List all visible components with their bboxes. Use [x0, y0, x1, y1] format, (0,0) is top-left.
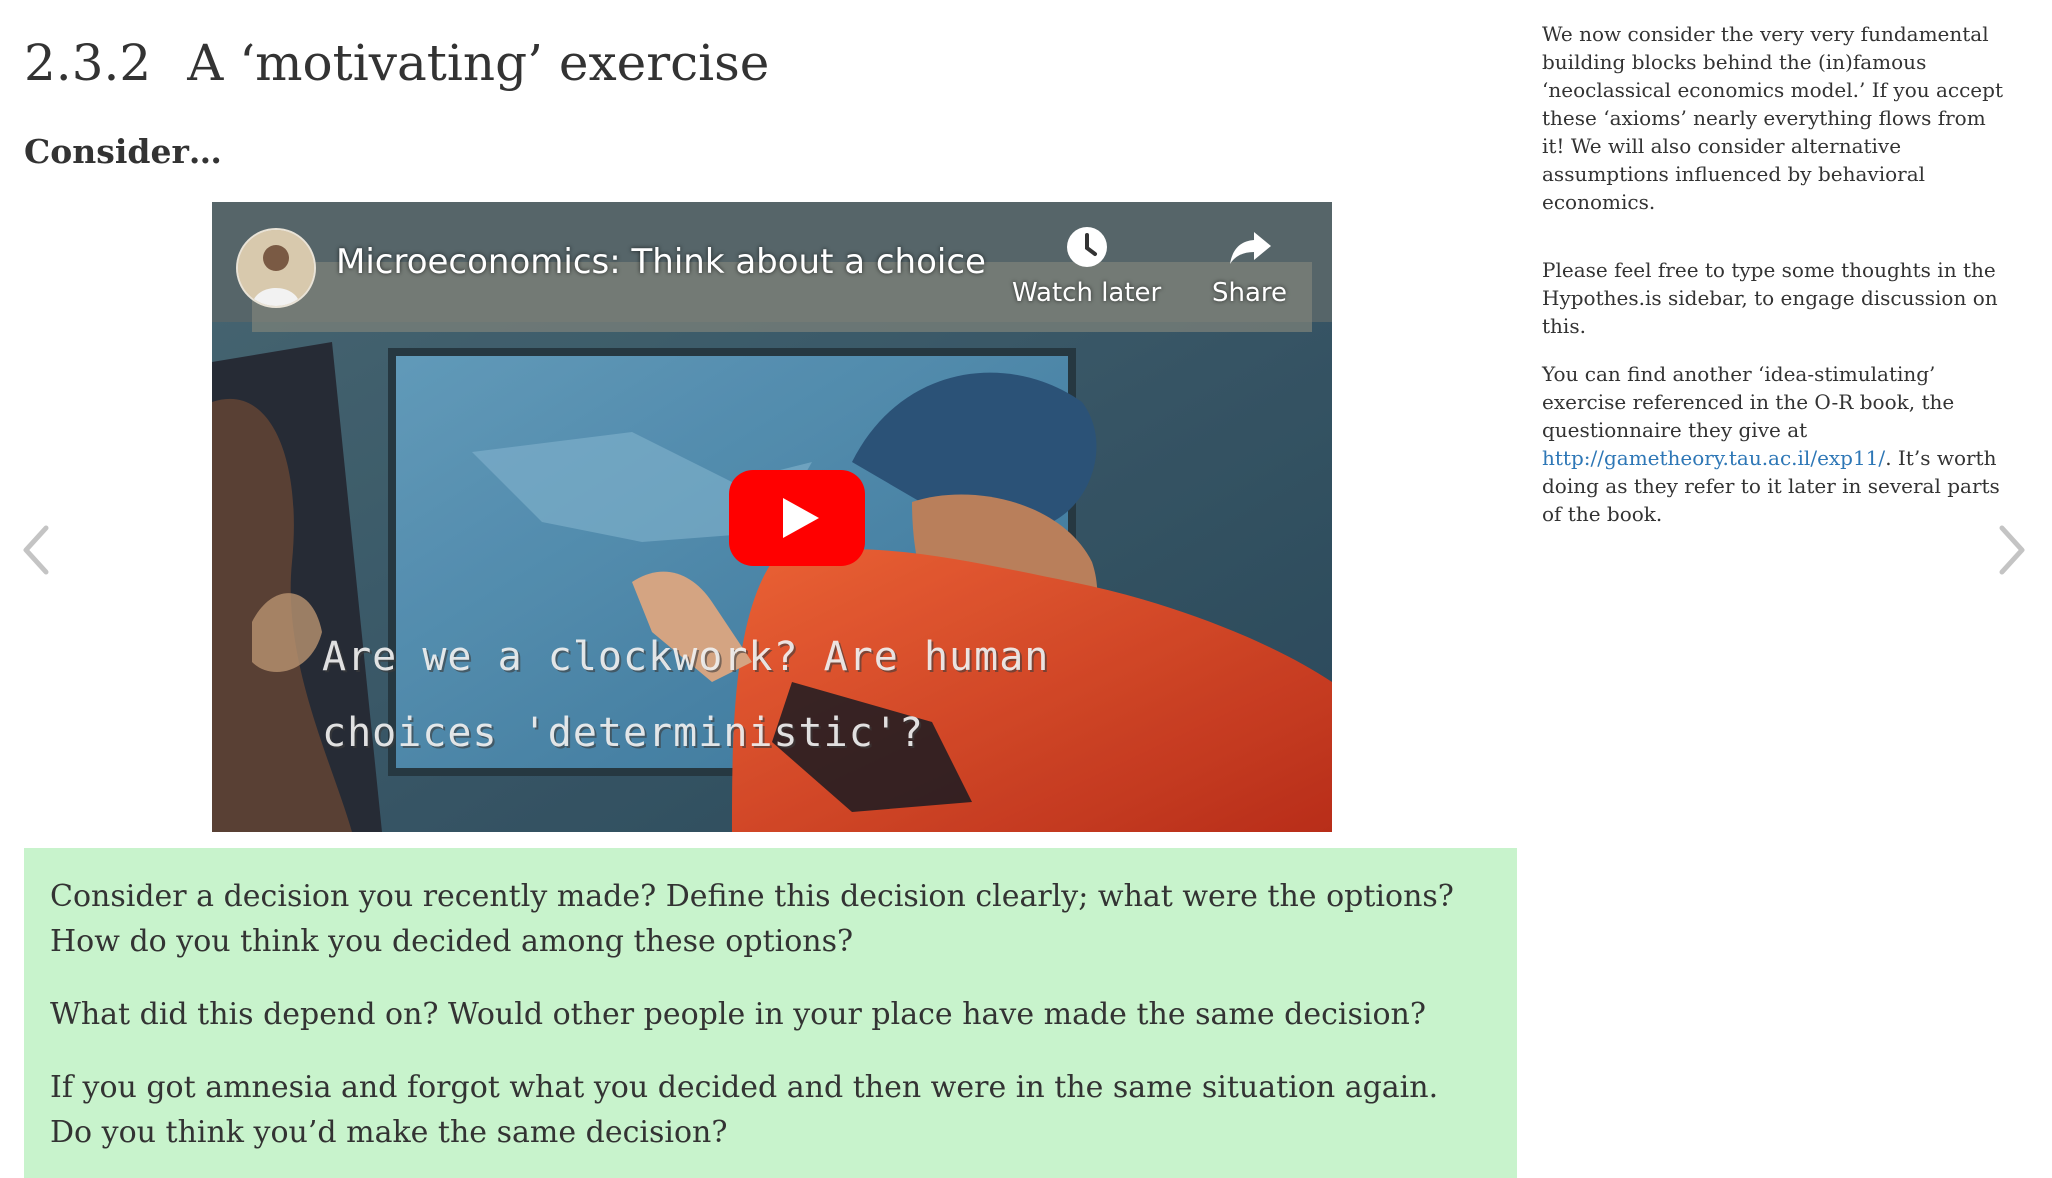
consider-heading: Consider…: [24, 132, 222, 171]
play-button[interactable]: [729, 470, 865, 566]
video-caption-line-2: choices 'deterministic'?: [322, 710, 924, 756]
clock-icon: [1066, 227, 1107, 267]
share-button[interactable]: Share: [1212, 224, 1287, 308]
watch-later-button[interactable]: Watch later: [1012, 224, 1161, 308]
questionnaire-link[interactable]: http://gametheory.tau.ac.il/exp11/: [1542, 446, 1885, 470]
callout-paragraph-3: If you got amnesia and forgot what you d…: [50, 1070, 1439, 1150]
callout-paragraph-1: Consider a decision you recently made? D…: [50, 879, 1454, 959]
share-arrow-icon: [1229, 232, 1271, 264]
callout-paragraph-2: What did this depend on? Would other peo…: [50, 997, 1426, 1032]
exercise-callout: Consider a decision you recently made? D…: [24, 848, 1517, 1178]
watch-later-label: Watch later: [1012, 278, 1162, 308]
video-title[interactable]: Microeconomics: Think about a choice: [336, 242, 986, 282]
chevron-right-icon[interactable]: [1992, 520, 2032, 580]
section-title-text: A ‘motivating’ exercise: [187, 34, 770, 92]
video-caption-line-1: Are we a clockwork? Are human: [322, 634, 1050, 680]
section-number: 2.3.2: [24, 34, 152, 92]
channel-avatar[interactable]: [236, 228, 316, 308]
margin-note-paragraph-1: We now consider the very very fundamenta…: [1542, 22, 2003, 214]
margin-note-text-before-link: You can find another ‘idea-stimulating’ …: [1542, 362, 1955, 442]
margin-note-paragraph-2: Please feel free to type some thoughts i…: [1542, 258, 1998, 338]
chevron-left-icon[interactable]: [16, 520, 56, 580]
margin-note-paragraph-3: You can find another ‘idea-stimulating’ …: [1542, 360, 2012, 528]
share-label: Share: [1212, 278, 1288, 308]
section-title: 2.3.2 A ‘motivating’ exercise: [24, 30, 769, 96]
youtube-video-embed[interactable]: Microeconomics: Think about a choice Wat…: [212, 202, 1332, 832]
